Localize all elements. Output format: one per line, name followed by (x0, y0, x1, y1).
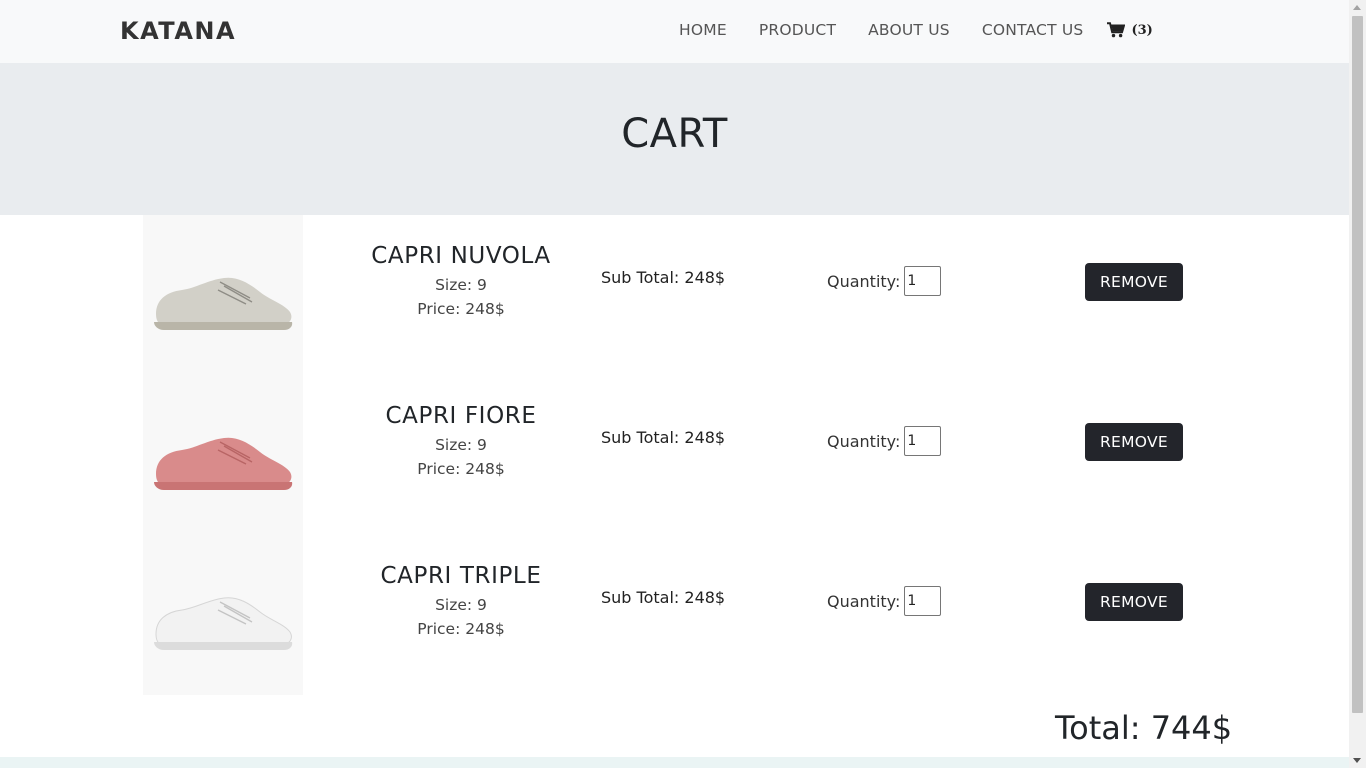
footer (0, 757, 1349, 768)
remove-button[interactable]: REMOVE (1085, 423, 1183, 461)
shoe-sole (154, 322, 293, 330)
product-size: Size: 9 (435, 436, 487, 454)
cart-item: CAPRI NUVOLA Size: 9 Price: 248$ Sub Tot… (0, 215, 1349, 375)
product-price: Price: 248$ (417, 460, 505, 478)
nav-product-link[interactable]: PRODUCT (759, 20, 836, 40)
quantity-label: Quantity: (827, 431, 901, 451)
shoe-illustration (154, 597, 293, 650)
vertical-scrollbar[interactable] (1349, 0, 1366, 768)
remove-button[interactable]: REMOVE (1085, 583, 1183, 621)
item-subtotal: Sub Total: 248$ (601, 588, 726, 607)
nav-links: HOME PRODUCT ABOUT US CONTACT US (3) (679, 20, 1153, 40)
quantity-label: Quantity: (827, 271, 901, 291)
shopping-cart-icon (1107, 22, 1126, 38)
product-size: Size: 9 (435, 596, 487, 614)
cart-total: Total: 744$ (1055, 709, 1233, 747)
nav-home-link[interactable]: HOME (679, 20, 727, 40)
shoe-sole (154, 642, 293, 650)
page: KATANA HOME PRODUCT ABOUT US CONTACT US … (0, 0, 1349, 768)
brand-logo[interactable]: KATANA (120, 17, 236, 45)
remove-button[interactable]: REMOVE (1085, 263, 1183, 301)
page-title: CART (621, 111, 728, 157)
product-name: CAPRI TRIPLE (380, 563, 542, 589)
cart-link[interactable]: (3) (1107, 22, 1153, 38)
quantity-input[interactable] (904, 586, 942, 616)
cart-item: CAPRI TRIPLE Size: 9 Price: 248$ Sub Tot… (0, 535, 1349, 695)
item-subtotal: Sub Total: 248$ (601, 268, 726, 287)
page-header: CART (0, 63, 1349, 215)
product-name: CAPRI NUVOLA (371, 243, 551, 269)
product-info: CAPRI FIORE Size: 9 Price: 248$ (345, 403, 577, 481)
quantity-input[interactable] (904, 426, 942, 456)
product-image (143, 215, 303, 375)
product-name: CAPRI FIORE (385, 403, 537, 429)
cart-count: (3) (1131, 22, 1153, 38)
product-info: CAPRI TRIPLE Size: 9 Price: 248$ (345, 563, 577, 641)
quantity-control: Quantity: (827, 266, 942, 296)
nav-contact-link[interactable]: CONTACT US (982, 20, 1084, 40)
shoe-illustration (154, 437, 293, 490)
scrollbar-thumb[interactable] (1352, 16, 1363, 713)
scroll-down-arrow-icon[interactable] (1353, 758, 1361, 763)
navbar: KATANA HOME PRODUCT ABOUT US CONTACT US … (0, 0, 1349, 63)
quantity-control: Quantity: (827, 586, 942, 616)
quantity-input[interactable] (904, 266, 942, 296)
product-info: CAPRI NUVOLA Size: 9 Price: 248$ (345, 243, 577, 321)
quantity-label: Quantity: (827, 591, 901, 611)
cart-item: CAPRI FIORE Size: 9 Price: 248$ Sub Tota… (0, 375, 1349, 535)
nav-about-link[interactable]: ABOUT US (868, 20, 950, 40)
product-price: Price: 248$ (417, 300, 505, 318)
product-image (143, 375, 303, 535)
shoe-illustration (154, 277, 293, 330)
item-subtotal: Sub Total: 248$ (601, 428, 726, 447)
quantity-control: Quantity: (827, 426, 942, 456)
product-size: Size: 9 (435, 276, 487, 294)
scroll-up-arrow-icon[interactable] (1353, 5, 1361, 10)
shoe-sole (154, 482, 293, 490)
product-price: Price: 248$ (417, 620, 505, 638)
product-image (143, 535, 303, 695)
